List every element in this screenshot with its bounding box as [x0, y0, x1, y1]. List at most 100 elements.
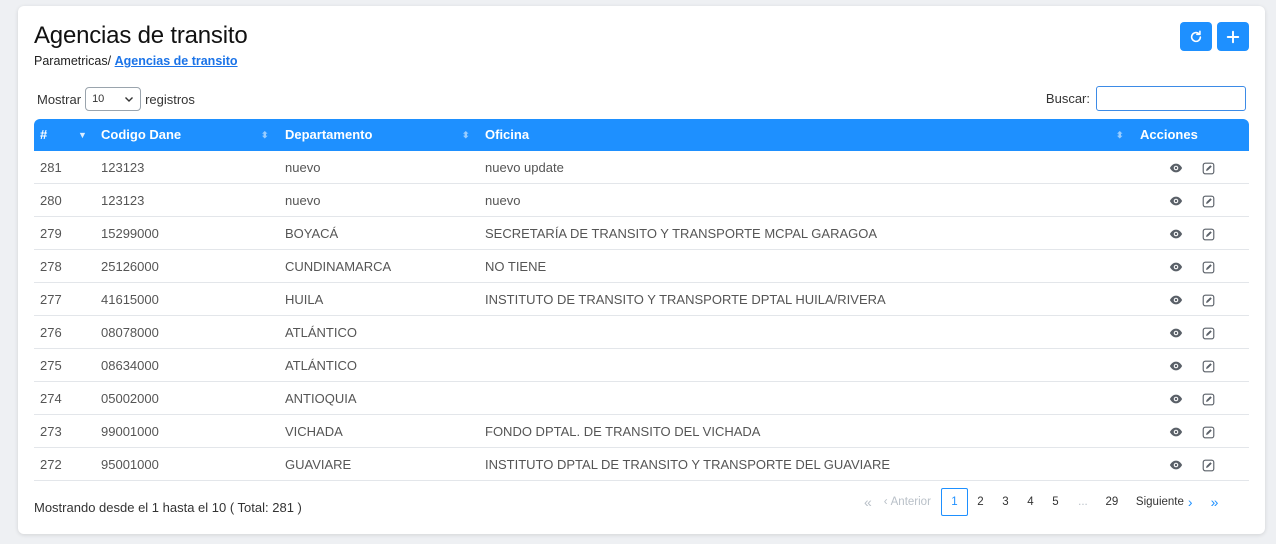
cell-oficina: nuevo update — [485, 160, 564, 175]
view-button[interactable] — [1168, 424, 1184, 440]
edit-icon — [1202, 360, 1215, 373]
table-row: 281 123123 nuevo nuevo update — [34, 151, 1249, 184]
edit-button[interactable] — [1200, 193, 1216, 209]
first-page-button[interactable]: « — [858, 488, 878, 516]
edit-button[interactable] — [1200, 160, 1216, 176]
cell-codigo-dane: 25126000 — [101, 259, 159, 274]
cell-id: 280 — [40, 193, 62, 208]
cell-oficina: INSTITUTO DE TRANSITO Y TRANSPORTE DPTAL… — [485, 292, 886, 307]
edit-icon — [1202, 261, 1215, 274]
column-header-departamento[interactable]: Departamento — [285, 119, 372, 151]
search-input[interactable] — [1096, 86, 1246, 111]
edit-button[interactable] — [1200, 292, 1216, 308]
next-label: Siguiente — [1135, 496, 1184, 508]
edit-button[interactable] — [1200, 424, 1216, 440]
add-button[interactable] — [1217, 22, 1249, 51]
edit-icon — [1202, 426, 1215, 439]
eye-icon — [1169, 359, 1183, 373]
cell-codigo-dane: 15299000 — [101, 226, 159, 241]
eye-icon — [1169, 227, 1183, 241]
table-info: Mostrando desde el 1 hasta el 10 ( Total… — [34, 500, 302, 515]
page-title: Agencias de transito — [34, 22, 248, 49]
table-row: 279 15299000 BOYACÁ SECRETARÍA DE TRANSITO … — [34, 217, 1249, 250]
page-button-1[interactable]: 1 — [940, 488, 968, 516]
edit-icon — [1202, 162, 1215, 175]
view-button[interactable] — [1168, 226, 1184, 242]
sort-icon: ⬍ — [261, 130, 269, 140]
edit-button[interactable] — [1200, 259, 1216, 275]
eye-icon — [1169, 458, 1183, 472]
page-button-4[interactable]: 4 — [1018, 488, 1043, 516]
eye-icon — [1169, 194, 1183, 208]
cell-departamento: GUAVIARE — [285, 457, 352, 472]
page-button-2[interactable]: 2 — [968, 488, 993, 516]
cell-codigo-dane: 123123 — [101, 160, 145, 175]
cell-oficina: INSTITUTO DPTAL DE TRANSITO Y TRANSPORTE… — [485, 457, 891, 472]
cell-departamento: CUNDINAMARCA — [285, 259, 392, 274]
refresh-button[interactable] — [1180, 22, 1212, 51]
eye-icon — [1169, 326, 1183, 340]
view-button[interactable] — [1168, 457, 1184, 473]
view-button[interactable] — [1168, 358, 1184, 374]
column-header-id[interactable]: # — [40, 119, 47, 151]
cell-codigo-dane: 41615000 — [101, 292, 159, 307]
column-header-oficina[interactable]: Oficina — [485, 119, 529, 151]
view-button[interactable] — [1168, 193, 1184, 209]
cell-oficina: nuevo — [485, 193, 521, 208]
breadcrumb-current-link[interactable]: Agencias de transito — [115, 54, 238, 68]
cell-departamento: nuevo — [285, 160, 321, 175]
table-row: 273 99001000 VICHADA FONDO DPTAL. DE TRANSI… — [34, 415, 1249, 448]
table-body: 281 123123 nuevo nuevo update 280 123123 nuevo… — [34, 151, 1249, 481]
cell-departamento: ATLÁNTICO — [285, 358, 357, 373]
table-header: # ▼ Codigo Dane ⬍ Departamento ⬍ Oficina… — [34, 119, 1249, 151]
eye-icon — [1169, 392, 1183, 406]
edit-button[interactable] — [1200, 226, 1216, 242]
cell-departamento: ATLÁNTICO — [285, 325, 357, 340]
view-button[interactable] — [1168, 160, 1184, 176]
page-button-5[interactable]: 5 — [1043, 488, 1068, 516]
edit-button[interactable] — [1200, 325, 1216, 341]
eye-icon — [1169, 425, 1183, 439]
page-length-control: Mostrar 10 registros — [37, 87, 195, 111]
edit-icon — [1202, 327, 1215, 340]
view-button[interactable] — [1168, 325, 1184, 341]
page-size-select[interactable]: 10 — [85, 87, 142, 111]
breadcrumb-parent: Parametricas/ — [34, 54, 112, 68]
pagination: « ‹ Anterior 1 2 3 4 5 ... 29 Siguiente … — [858, 488, 1224, 516]
cell-id: 279 — [40, 226, 62, 241]
cell-codigo-dane: 95001000 — [101, 457, 159, 472]
cell-codigo-dane: 05002000 — [101, 391, 159, 406]
last-page-button[interactable]: » — [1205, 488, 1225, 516]
agencies-table: # ▼ Codigo Dane ⬍ Departamento ⬍ Oficina… — [34, 119, 1249, 481]
edit-button[interactable] — [1200, 457, 1216, 473]
chevron-left-icon: ‹ — [883, 496, 888, 508]
previous-page-button[interactable]: ‹ Anterior — [878, 488, 937, 516]
eye-icon — [1169, 293, 1183, 307]
edit-icon — [1202, 294, 1215, 307]
edit-button[interactable] — [1200, 391, 1216, 407]
cell-id: 273 — [40, 424, 62, 439]
column-header-codigo[interactable]: Codigo Dane — [101, 119, 181, 151]
edit-icon — [1202, 228, 1215, 241]
search-control: Buscar: — [1046, 86, 1246, 111]
cell-oficina: NO TIENE — [485, 259, 547, 274]
cell-codigo-dane: 08634000 — [101, 358, 159, 373]
cell-departamento: VICHADA — [285, 424, 343, 439]
view-button[interactable] — [1168, 292, 1184, 308]
cell-id: 274 — [40, 391, 62, 406]
view-button[interactable] — [1168, 259, 1184, 275]
table-row: 276 08078000 ATLÁNTICO — [34, 316, 1249, 349]
next-page-button[interactable]: Siguiente › — [1130, 488, 1199, 516]
cell-oficina: SECRETARÍA DE TRANSITO Y TRANSPORTE MCPA… — [485, 226, 878, 241]
page-ellipsis: ... — [1078, 496, 1088, 508]
page-button-3[interactable]: 3 — [993, 488, 1018, 516]
page-button-29[interactable]: 29 — [1098, 488, 1126, 516]
view-button[interactable] — [1168, 391, 1184, 407]
cell-id: 272 — [40, 457, 62, 472]
table-row: 275 08634000 ATLÁNTICO — [34, 349, 1249, 382]
edit-button[interactable] — [1200, 358, 1216, 374]
page-size-value: 10 — [92, 93, 105, 105]
records-label: registros — [145, 91, 195, 107]
refresh-icon — [1190, 30, 1202, 42]
cell-departamento: nuevo — [285, 193, 321, 208]
